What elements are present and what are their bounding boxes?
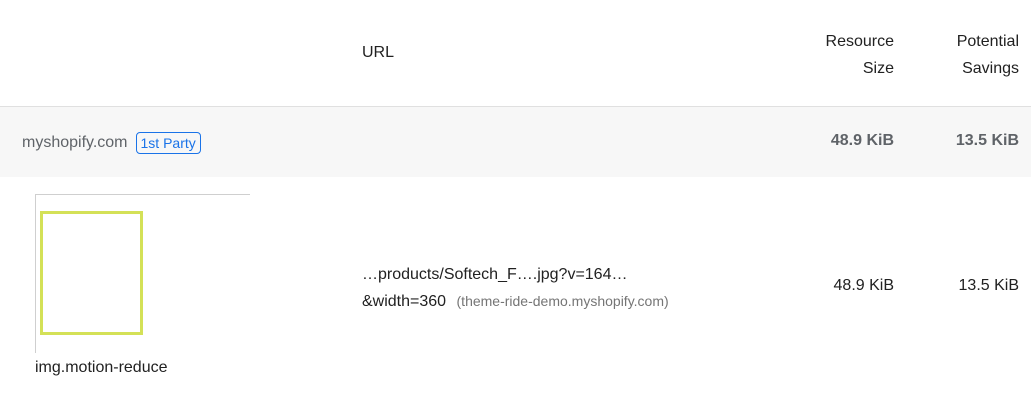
table-header-row: URL Resource Size Potential Savings xyxy=(0,0,1031,107)
group-resource-size: 48.9 KiB xyxy=(830,132,894,149)
header-resource-size: Resource Size xyxy=(794,28,894,82)
resource-origin: (theme-ride-demo.myshopify.com) xyxy=(456,293,669,309)
element-selector: img.motion-reduce xyxy=(35,359,168,376)
table-row: img.motion-reduce …products/Softech_F….j… xyxy=(0,177,1031,399)
resource-url[interactable]: …products/Softech_F….jpg?v=164… &width=3… xyxy=(362,261,669,315)
header-url: URL xyxy=(362,44,395,61)
item-potential-savings: 13.5 KiB xyxy=(958,277,1019,294)
entity-cell: myshopify.com 1st Party xyxy=(22,132,201,154)
item-resource-size: 48.9 KiB xyxy=(833,277,894,294)
element-highlight-box xyxy=(40,211,143,335)
header-potential-savings: Potential Savings xyxy=(919,28,1019,82)
resource-url-line2: &width=360 xyxy=(362,293,447,310)
header-resource-size-line1: Resource xyxy=(825,33,894,50)
element-screenshot-thumbnail xyxy=(35,194,250,353)
header-resource-size-line2: Size xyxy=(862,60,894,77)
entity-name: myshopify.com xyxy=(22,134,128,151)
header-potential-savings-line1: Potential xyxy=(956,33,1019,50)
resource-url-line1: …products/Softech_F….jpg?v=164… xyxy=(362,266,628,283)
resources-table: URL Resource Size Potential Savings mysh… xyxy=(0,0,1031,399)
first-party-badge: 1st Party xyxy=(135,132,201,154)
header-potential-savings-line2: Savings xyxy=(962,60,1019,77)
entity-group-row: myshopify.com 1st Party 48.9 KiB 13.5 Ki… xyxy=(0,107,1031,177)
group-potential-savings: 13.5 KiB xyxy=(955,132,1019,149)
resource-url-line2-wrap: &width=360 (theme-ride-demo.myshopify.co… xyxy=(362,288,669,315)
